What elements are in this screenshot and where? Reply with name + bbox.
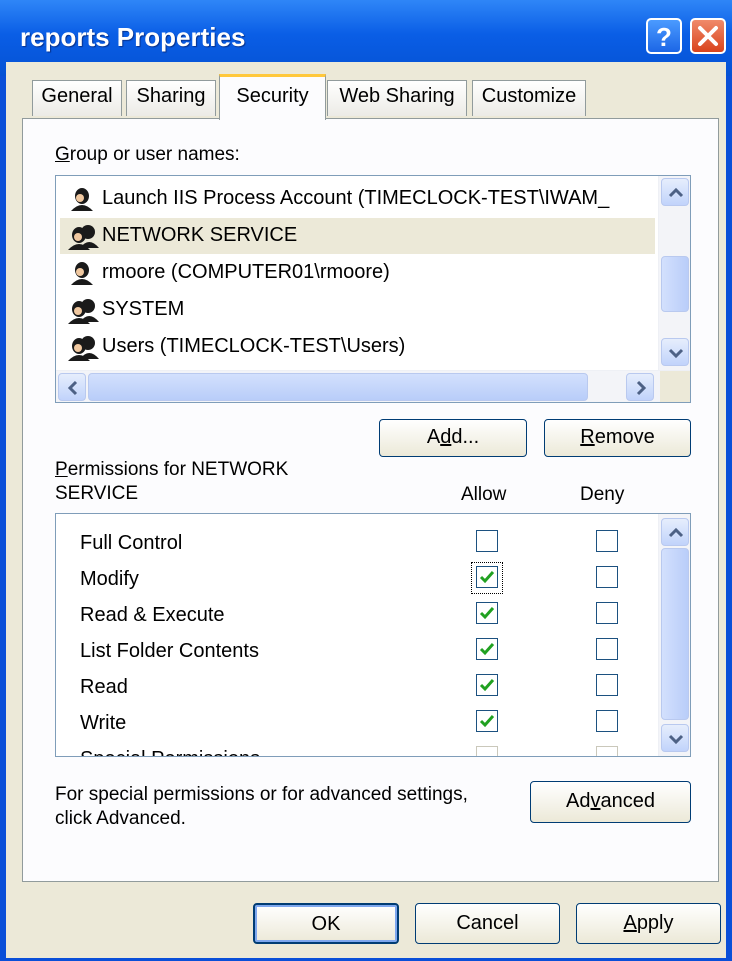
permissions-for-label: Permissions for NETWORK SERVICE: [55, 459, 289, 504]
checkmark-icon: [479, 643, 495, 656]
user-list-horizontal-scrollbar[interactable]: [56, 370, 690, 402]
deny-checkbox-list-folder-contents[interactable]: [596, 638, 618, 660]
scroll-thumb[interactable]: [661, 256, 689, 312]
chevron-down-icon: [668, 348, 684, 359]
svg-text:?: ?: [656, 22, 672, 52]
tab-sharing[interactable]: Sharing: [126, 80, 216, 116]
tab-label: Web Sharing: [339, 85, 455, 107]
user-list-vertical-scrollbar[interactable]: [658, 176, 690, 370]
allow-checkbox-list-folder-contents[interactable]: [476, 638, 498, 660]
chevron-right-icon: [636, 380, 647, 396]
permission-name: Read: [80, 676, 128, 698]
permission-row-read-execute: Read & Execute: [56, 600, 656, 636]
permission-row-list-folder-contents: List Folder Contents: [56, 636, 656, 672]
checkmark-icon: [479, 679, 495, 692]
tab-general[interactable]: General: [32, 80, 122, 116]
permission-name: List Folder Contents: [80, 640, 259, 662]
scroll-corner: [660, 371, 690, 402]
chevron-left-icon: [67, 380, 78, 396]
permission-row-write: Write: [56, 708, 656, 744]
user-list[interactable]: Launch IIS Process Account (TIMECLOCK-TE…: [55, 175, 691, 403]
tab-label: Security: [236, 85, 309, 107]
deny-column-header: Deny: [580, 484, 625, 505]
user-icon: [71, 262, 93, 285]
chevron-down-icon: [668, 734, 684, 745]
ok-button[interactable]: OK: [253, 903, 399, 944]
permission-name: Special Permissions: [80, 748, 260, 756]
checkmark-icon: [479, 607, 495, 620]
scroll-down-button[interactable]: [661, 338, 689, 366]
scroll-down-button[interactable]: [661, 724, 689, 752]
permissions-scrollbar[interactable]: [658, 514, 690, 756]
permission-row-full-control: Full Control: [56, 528, 656, 564]
allow-checkbox-write[interactable]: [476, 710, 498, 732]
tab-label: Customize: [481, 85, 577, 107]
list-item-network-service[interactable]: NETWORK SERVICE: [60, 218, 655, 254]
scroll-left-button[interactable]: [58, 373, 86, 401]
permission-name: Full Control: [80, 532, 183, 554]
checkmark-icon: [479, 571, 495, 584]
user-icon: [71, 188, 93, 211]
deny-checkbox-modify[interactable]: [596, 566, 618, 588]
close-icon: [698, 26, 718, 46]
permission-name: Read & Execute: [80, 604, 225, 626]
tab-label: Sharing: [136, 85, 206, 107]
permission-row-special-permissions: Special Permissions: [56, 744, 656, 756]
allow-checkbox-full-control[interactable]: [476, 530, 498, 552]
advanced-settings-hint: For special permissions or for advanced …: [55, 784, 468, 829]
allow-checkbox-modify[interactable]: [476, 566, 498, 588]
chevron-up-icon: [668, 187, 684, 198]
deny-checkbox-special-permissions[interactable]: [596, 746, 618, 756]
remove-button[interactable]: Remove: [544, 419, 691, 457]
close-button[interactable]: [690, 18, 726, 54]
group-icon: [68, 225, 99, 250]
tab-web-sharing[interactable]: Web Sharing: [327, 80, 467, 116]
advanced-button[interactable]: Advanced: [530, 781, 691, 823]
list-item-launch-iis[interactable]: Launch IIS Process Account (TIMECLOCK-TE…: [60, 181, 655, 217]
tab-customize[interactable]: Customize: [472, 80, 586, 116]
add-button[interactable]: Add...: [379, 419, 527, 457]
properties-window: reports Properties ? General Sharing Sec…: [0, 0, 732, 961]
horizontal-scroll-thumb[interactable]: [88, 373, 588, 401]
list-item-rmoore[interactable]: rmoore (COMPUTER01\rmoore): [60, 255, 655, 291]
list-item-system[interactable]: SYSTEM: [60, 292, 655, 328]
allow-checkbox-read-execute[interactable]: [476, 602, 498, 624]
allow-checkbox-special-permissions[interactable]: [476, 746, 498, 756]
window-title: reports Properties: [20, 22, 246, 52]
permission-name: Write: [80, 712, 127, 734]
deny-checkbox-write[interactable]: [596, 710, 618, 732]
permission-row-modify: Modify: [56, 562, 656, 600]
scroll-up-button[interactable]: [661, 518, 689, 546]
permission-row-read: Read: [56, 672, 656, 708]
help-button[interactable]: ?: [646, 18, 682, 54]
permission-name: Modify: [80, 568, 139, 590]
allow-column-header: Allow: [461, 484, 507, 505]
chevron-up-icon: [668, 527, 684, 538]
deny-checkbox-read[interactable]: [596, 674, 618, 696]
group-icon: [68, 299, 99, 324]
scroll-right-button[interactable]: [626, 373, 654, 401]
allow-checkbox-read[interactable]: [476, 674, 498, 696]
checkmark-icon: [479, 715, 495, 728]
scroll-up-button[interactable]: [661, 178, 689, 206]
apply-button[interactable]: Apply: [576, 903, 721, 944]
scroll-thumb[interactable]: [661, 548, 689, 720]
tab-label: General: [41, 85, 113, 107]
deny-checkbox-full-control[interactable]: [596, 530, 618, 552]
list-item-users[interactable]: Users (TIMECLOCK-TEST\Users): [60, 329, 655, 365]
group-or-user-names-label: Group or user names:: [55, 144, 240, 165]
group-icon: [68, 336, 99, 361]
permissions-list[interactable]: Full Control Modify Read & Execute List …: [55, 513, 691, 757]
cancel-button[interactable]: Cancel: [415, 903, 560, 944]
deny-checkbox-read-execute[interactable]: [596, 602, 618, 624]
tab-security[interactable]: Security: [219, 74, 326, 120]
help-icon: ?: [656, 22, 672, 52]
